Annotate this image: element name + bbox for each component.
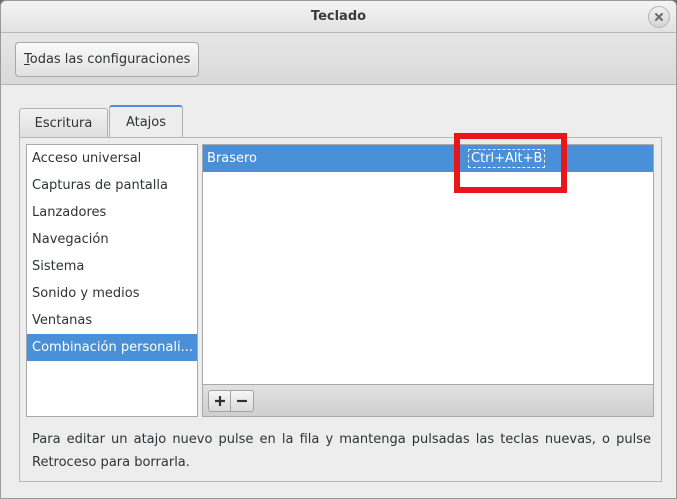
plus-icon <box>214 396 225 406</box>
add-shortcut-button[interactable] <box>208 390 231 412</box>
header-toolbar: Todas las configuraciones <box>1 33 676 85</box>
tab-escritura[interactable]: Escritura <box>19 108 108 138</box>
section-item-capturas[interactable]: Capturas de pantalla <box>27 172 197 199</box>
section-item-sonido[interactable]: Sonido y medios <box>27 280 197 307</box>
close-button[interactable] <box>648 6 670 28</box>
tab-atajos[interactable]: Atajos <box>109 105 183 138</box>
shortcut-table-toolbar <box>202 384 654 417</box>
section-item-navegacion[interactable]: Navegación <box>27 226 197 253</box>
shortcut-table: Brasero Ctrl+Alt+B <box>202 133 654 384</box>
minus-icon <box>237 399 247 403</box>
help-text: Para editar un atajo nuevo pulse en la f… <box>32 432 651 470</box>
keyboard-settings-window: Teclado Todas las configuraciones Escrit… <box>0 0 677 499</box>
shortcut-row[interactable]: Brasero Ctrl+Alt+B <box>203 145 653 172</box>
all-settings-button[interactable]: Todas las configuraciones <box>15 42 200 77</box>
remove-shortcut-button[interactable] <box>231 390 254 412</box>
section-list: Acceso universal Capturas de pantalla La… <box>26 144 198 417</box>
shortcut-name: Brasero <box>207 151 258 166</box>
shortcuts-panel: Acceso universal Capturas de pantalla La… <box>19 133 662 482</box>
title-bar: Teclado <box>1 1 676 33</box>
close-icon <box>655 13 663 21</box>
window-title: Teclado <box>310 9 367 24</box>
shortcut-accelerator[interactable]: Ctrl+Alt+B <box>468 149 546 168</box>
section-item-combinacion-personalizada[interactable]: Combinación personali... <box>27 334 197 361</box>
all-settings-label: odas las configuraciones <box>29 52 191 67</box>
section-item-lanzadores[interactable]: Lanzadores <box>27 199 197 226</box>
section-item-acceso-universal[interactable]: Acceso universal <box>27 145 197 172</box>
section-item-sistema[interactable]: Sistema <box>27 253 197 280</box>
section-item-ventanas[interactable]: Ventanas <box>27 307 197 334</box>
